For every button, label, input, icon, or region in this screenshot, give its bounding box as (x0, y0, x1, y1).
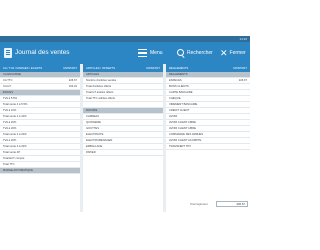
column-header-label: ARTICLES / OFFERTS (86, 66, 115, 70)
row-value: 226.67 (238, 79, 247, 82)
row-label: AVOIR CLIENT ACOMPTE (169, 139, 202, 142)
row-label: TRANSFERT TPV (169, 145, 191, 148)
row-label: AVOIR CLIENT LIBRE (169, 127, 196, 130)
row-label: PAPIER (86, 151, 96, 154)
row-label: CARTE BANCAIRE (169, 91, 193, 94)
row-label: EMBALLAGE (86, 145, 103, 148)
row-label: RAYONS (86, 109, 98, 112)
row-label: CA TTC (3, 79, 13, 82)
total-field: 226.67 (216, 201, 248, 207)
report-columns: CA / TVA / MARGES / ECARTS MONTANT CA ENCA… (0, 64, 250, 212)
row-label: COMMANDE DES ARRHES (169, 133, 204, 136)
row-label: TVA à 10% (3, 109, 17, 112)
search-button[interactable]: Rechercher (177, 46, 213, 60)
row-label: CARREAU (86, 115, 100, 118)
column-header: ARTICLES / OFFERTS MONTANT (83, 64, 163, 72)
row-label: Total vente 4 à 20% (3, 145, 27, 148)
table-row[interactable]: TRANSFERT TPV (166, 144, 250, 150)
row-label: TVA à 20% (3, 121, 17, 124)
row-label: ENCAIS (3, 91, 14, 94)
row-label: Total vente 4 à 5.5% (3, 103, 28, 106)
row-value: 193.22 (68, 85, 77, 88)
row-label: CA ENCAISSE (3, 73, 21, 76)
row-label: QUINCERIE (86, 121, 101, 124)
page-title: Journal des ventes (15, 49, 70, 56)
row-label: REGLEMENTS (169, 73, 188, 76)
close-icon: ✕ (220, 47, 228, 58)
row-label: Total vente 4P (3, 151, 21, 154)
row-label: AVOIR (169, 115, 178, 118)
row-label: Total TTC (3, 163, 15, 166)
row-label: CHEQUE (169, 97, 181, 100)
column-header: CA / TVA / MARGES / ECARTS MONTANT (0, 64, 80, 72)
row-label: Total HT articles offerts (86, 91, 114, 94)
total-label: Total règlement (190, 203, 208, 206)
row-label: MARGE AUTOMATIQUE (3, 169, 33, 172)
table-row[interactable]: PAPIER (83, 150, 163, 156)
menu-icon (138, 49, 147, 57)
search-label: Rechercher (187, 50, 213, 56)
column-header-amount: MONTANT (63, 66, 77, 70)
close-button[interactable]: ✕ Fermer (220, 46, 246, 60)
row-label: GOUTTES (86, 127, 99, 130)
row-label: Total ECT compte (3, 157, 25, 160)
column-reglements: REGLEMENTS MONTANT REGLEMENTS ESPECES 226.67… (166, 64, 250, 212)
row-label: ARTICLES (86, 73, 100, 76)
row-label: Total d'articles offerts (86, 85, 112, 88)
column-header-label: REGLEMENTS (169, 66, 189, 70)
row-label: AVOIR CLIENT LIBRE (169, 121, 196, 124)
close-label: Fermer (229, 50, 246, 56)
row-label: Total vente 4 à 10% (3, 115, 27, 118)
journal-icon (4, 48, 12, 58)
column-header-amount: MONTANT (233, 66, 247, 70)
menu-label: Menu (150, 50, 163, 56)
row-label: TVA à 5.5% (3, 97, 17, 100)
menu-button[interactable]: Menu (138, 46, 163, 60)
row-value: 226.67 (68, 79, 77, 82)
row-label: TVA à 20% (3, 127, 17, 130)
column-header-label: CA / TVA / MARGES / ECARTS (3, 66, 43, 70)
row-label: CA HT (3, 85, 11, 88)
search-icon (177, 49, 185, 57)
row-label: Total vente 4 à 20% (3, 133, 27, 136)
row-label: Total TTC articles offerts (86, 97, 116, 100)
row-label: Nombre d'articles vendus (86, 79, 117, 82)
section-row[interactable]: MARGE AUTOMATIQUE (0, 168, 80, 174)
app-window: 14:32 Journal des ventes Menu Rechercher… (0, 36, 250, 212)
row-label: VIREMENT BANCAIRE (169, 103, 198, 106)
column-articles: ARTICLES / OFFERTS MONTANT ARTICLES Nombre … (83, 64, 163, 212)
column-ca-tva: CA / TVA / MARGES / ECARTS MONTANT CA ENCA… (0, 64, 80, 212)
row-label: BONS CLIENTS (169, 85, 189, 88)
app-bar: Journal des ventes Menu Rechercher ✕ Fer… (0, 42, 250, 64)
row-label: ELECTROMENAGER (86, 139, 113, 142)
row-label: ESPECES (169, 79, 182, 82)
column-header: REGLEMENTS MONTANT (166, 64, 250, 72)
column-header-amount: MONTANT (146, 66, 160, 70)
row-label: TVA à 20% (3, 139, 17, 142)
row-label: CREDIT CLIENT (169, 109, 190, 112)
row-label: ELECTRICITE (86, 133, 104, 136)
